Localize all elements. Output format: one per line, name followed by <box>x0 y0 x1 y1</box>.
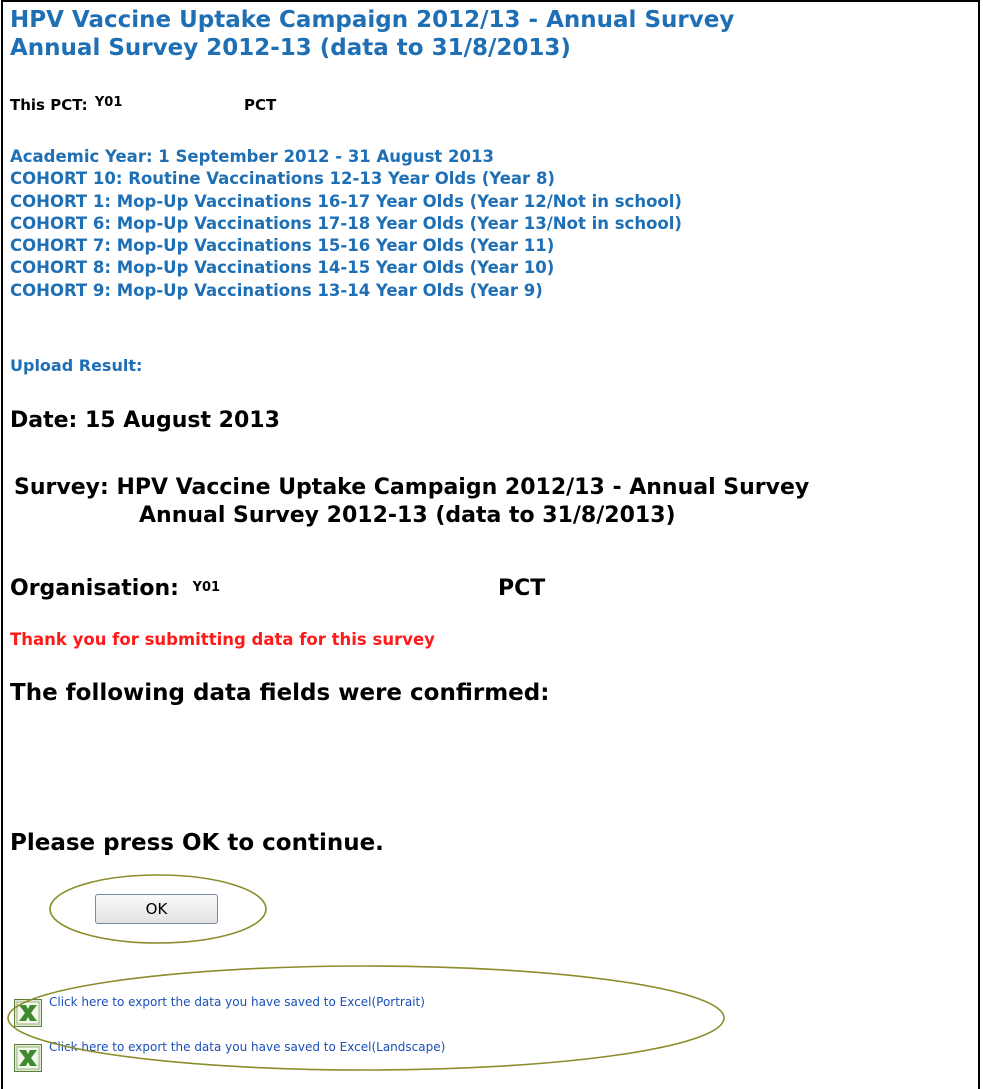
cohort-item: COHORT 9: Mop-Up Vaccinations 13-14 Year… <box>10 280 543 300</box>
this-pct-row: This PCT: Y01 PCT <box>10 95 276 114</box>
academic-year: Academic Year: 1 September 2012 - 31 Aug… <box>10 147 494 166</box>
export-portrait-link[interactable]: Click here to export the data you have s… <box>49 995 425 1009</box>
result-date: Date: 15 August 2013 <box>10 408 280 433</box>
ok-button[interactable]: OK <box>95 894 218 924</box>
excel-icon[interactable] <box>14 1044 42 1072</box>
this-pct-name: PCT <box>244 96 277 114</box>
press-ok-instruction: Please press OK to continue. <box>10 830 384 856</box>
confirmed-fields-heading: The following data fields were confirmed… <box>10 680 550 706</box>
cohort-item: COHORT 1: Mop-Up Vaccinations 16-17 Year… <box>10 191 682 211</box>
cohort-item: COHORT 10: Routine Vaccinations 12-13 Ye… <box>10 169 555 189</box>
organisation-name: PCT <box>498 576 546 601</box>
excel-icon[interactable] <box>14 999 42 1027</box>
export-landscape-link[interactable]: Click here to export the data you have s… <box>49 1040 445 1054</box>
organisation-row: Organisation: Y01 PCT <box>10 576 545 601</box>
survey-line-2: Annual Survey 2012-13 (data to 31/8/2013… <box>139 503 676 528</box>
survey-line-1: HPV Vaccine Uptake Campaign 2012/13 - An… <box>116 475 810 500</box>
export-portrait-row[interactable]: Click here to export the data you have s… <box>14 995 425 1027</box>
cohort-item: COHORT 7: Mop-Up Vaccinations 15-16 Year… <box>10 236 555 256</box>
thank-you-message: Thank you for submitting data for this s… <box>10 630 435 649</box>
cohort-list: Academic Year: 1 September 2012 - 31 Aug… <box>10 146 682 302</box>
title-line-1: HPV Vaccine Uptake Campaign 2012/13 - An… <box>10 7 735 33</box>
cohort-item: COHORT 6: Mop-Up Vaccinations 17-18 Year… <box>10 213 682 233</box>
cohort-item: COHORT 8: Mop-Up Vaccinations 14-15 Year… <box>10 258 555 278</box>
organisation-label: Organisation: <box>10 576 179 601</box>
upload-result-heading: Upload Result: <box>10 356 143 375</box>
export-landscape-row[interactable]: Click here to export the data you have s… <box>14 1040 445 1072</box>
organisation-code: Y01 <box>192 580 221 595</box>
title-line-2: Annual Survey 2012-13 (data to 31/8/2013… <box>10 35 571 61</box>
survey-info: Survey: HPV Vaccine Uptake Campaign 2012… <box>14 474 809 530</box>
this-pct-label: This PCT: <box>10 96 88 114</box>
survey-label: Survey: <box>14 475 109 500</box>
this-pct-code: Y01 <box>94 95 123 110</box>
page-title: HPV Vaccine Uptake Campaign 2012/13 - An… <box>10 6 734 62</box>
